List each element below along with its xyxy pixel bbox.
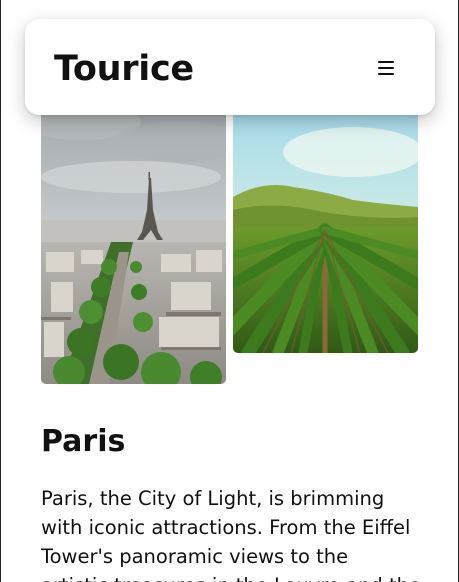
site-header: Tourice (25, 19, 435, 115)
hamburger-menu-icon[interactable] (376, 58, 398, 80)
menu-line (378, 61, 394, 63)
brand-logo[interactable]: Tourice (54, 47, 194, 91)
destination-title: Paris (41, 424, 126, 459)
destination-description: Paris, the City of Light, is brimming wi… (41, 487, 421, 582)
menu-line (378, 67, 394, 69)
vineyard-photo[interactable] (233, 92, 418, 353)
menu-line (378, 73, 394, 75)
paris-photo[interactable] (41, 92, 226, 384)
page-viewport: Tourice Paris Paris, the City of Light, … (0, 0, 459, 582)
vineyard-image (233, 92, 418, 353)
paris-image (41, 92, 226, 384)
destination-content: Paris Paris, the City of Light, is brimm… (41, 420, 421, 582)
